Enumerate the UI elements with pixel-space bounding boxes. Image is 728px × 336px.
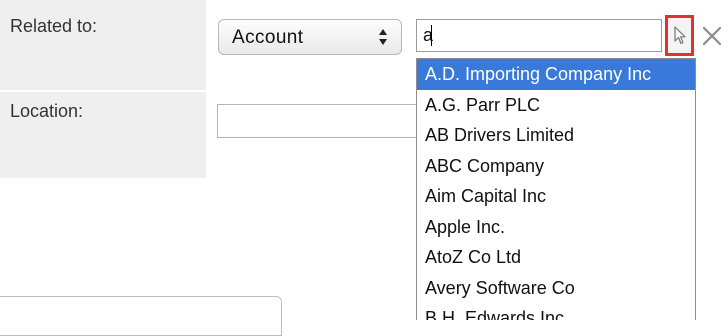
related-to-label-cell: Related to: bbox=[0, 0, 206, 90]
related-module-select[interactable]: Account bbox=[218, 19, 402, 55]
autocomplete-dropdown: A.D. Importing Company Inc A.G. Parr PLC… bbox=[416, 58, 696, 320]
location-label: Location: bbox=[10, 101, 84, 121]
description-field[interactable] bbox=[0, 296, 282, 336]
close-x-icon[interactable] bbox=[700, 24, 724, 48]
related-module-value: Account bbox=[232, 27, 304, 48]
related-to-label: Related to: bbox=[10, 16, 98, 36]
location-label-cell: Location: bbox=[0, 92, 206, 178]
dropdown-option[interactable]: AtoZ Co Ltd bbox=[417, 242, 695, 273]
dropdown-option[interactable]: Apple Inc. bbox=[417, 212, 695, 243]
select-record-button[interactable] bbox=[665, 15, 694, 56]
cursor-arrow-icon bbox=[674, 26, 686, 45]
dropdown-option[interactable]: Aim Capital Inc bbox=[417, 181, 695, 212]
dropdown-option[interactable]: AB Drivers Limited bbox=[417, 120, 695, 151]
dropdown-option[interactable]: B.H. Edwards Inc bbox=[417, 303, 695, 320]
dropdown-option[interactable]: Avery Software Co bbox=[417, 273, 695, 304]
dropdown-option[interactable]: A.G. Parr PLC bbox=[417, 90, 695, 121]
dropdown-option[interactable]: ABC Company bbox=[417, 151, 695, 182]
location-input[interactable] bbox=[217, 104, 427, 138]
dropdown-option[interactable]: A.D. Importing Company Inc bbox=[417, 59, 695, 90]
updown-arrows-icon bbox=[379, 29, 387, 45]
related-record-input[interactable] bbox=[416, 19, 662, 52]
text-caret bbox=[431, 25, 432, 46]
